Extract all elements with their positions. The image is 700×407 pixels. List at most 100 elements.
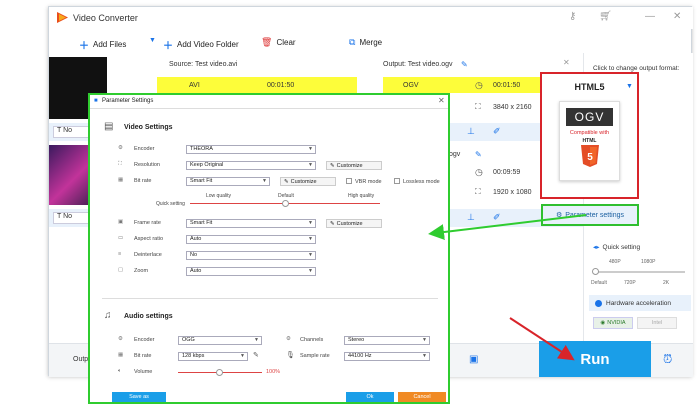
sample-rate-select[interactable]: 44100 Hz ▼ [344, 352, 430, 361]
run-button[interactable]: Run [539, 341, 651, 377]
cart-icon[interactable]: 🛒︎ [599, 11, 612, 22]
zoom-label: Zoom [134, 268, 149, 274]
hw-accel-label: Hardware acceleration [606, 299, 672, 307]
quality-slider-thumb[interactable] [282, 200, 289, 207]
framerate-customize-button[interactable]: ✎ Customize [326, 219, 382, 228]
dialog-close-icon[interactable]: ✕ [438, 96, 445, 105]
quick-label-2k: 2K [663, 280, 670, 286]
minimize-icon[interactable]: — [645, 11, 655, 22]
bitrate-customize-button[interactable]: ✎ Customize [280, 177, 336, 186]
resolution-icon-2: ⛶ [475, 187, 481, 196]
add-video-folder-button[interactable]: ＋ Add Video Folder [163, 37, 239, 52]
zoom-select[interactable]: Auto ▼ [186, 267, 316, 276]
video-settings-heading: Video Settings [124, 124, 173, 131]
intel-toggle[interactable]: Intel [637, 317, 677, 329]
channels-select[interactable]: Stereo ▼ [344, 336, 430, 345]
compat-text: Compatible with [569, 130, 610, 136]
merge-icon: ⧉ [349, 37, 356, 47]
volume-label: Volume [134, 369, 153, 375]
aspect-ratio-label: Aspect ratio [134, 236, 164, 242]
chevron-down-icon: ▼ [308, 220, 313, 226]
app-title: Video Converter [73, 13, 138, 23]
bitrate-icon: ▦ [118, 177, 124, 183]
volume-slider-thumb[interactable] [216, 369, 223, 376]
ok-button[interactable]: Ok [346, 392, 394, 402]
file2-out-resolution: 1920 x 1080 [493, 189, 532, 196]
audio-encoder-value: OGG [182, 337, 195, 343]
vbr-mode-checkbox[interactable] [346, 178, 352, 184]
pencil-icon: ✎ [284, 178, 289, 185]
subtitle-t-icon: T [57, 127, 62, 134]
edit-pencil-icon-2[interactable]: ✎ [475, 150, 482, 159]
alarm-clock-icon[interactable]: ⏰︎ [663, 352, 672, 367]
resolution-value: Keep Original [190, 162, 224, 168]
save-as-button[interactable]: Save as [112, 392, 166, 402]
nvidia-icon: ◉ [600, 320, 606, 326]
audio-bitrate-edit-icon[interactable]: ✎ [253, 351, 259, 359]
framerate-icon: ▣ [118, 219, 124, 225]
subtitle-select-2[interactable]: T No [53, 212, 89, 224]
remove-file-icon[interactable]: ✕ [563, 58, 570, 67]
file1-out-duration: 00:01:50 [493, 82, 521, 89]
clear-button[interactable]: 🗑︎ Clear [261, 37, 296, 48]
add-files-button[interactable]: ＋ Add Files [79, 37, 126, 52]
close-icon[interactable]: ✕ [673, 11, 681, 22]
slider-icon: ◂▸ [593, 244, 600, 251]
sample-rate-label: Sample rate [300, 353, 330, 359]
ogv-format-tile[interactable]: OGV Compatible with HTML 5 [559, 101, 620, 181]
key-icon[interactable]: ⚷ [569, 11, 576, 22]
customize-label: Customize [290, 178, 317, 185]
cancel-button[interactable]: Cancel [398, 392, 446, 402]
audio-settings-heading: Audio settings [124, 313, 173, 320]
resolution-icon: ⛶ [475, 102, 481, 111]
html-text: HTML [582, 138, 597, 144]
subtitle-select[interactable]: T No [53, 126, 89, 138]
quick-setting-label: Quick setting [602, 243, 641, 251]
audio-bitrate-select[interactable]: 128 kbps ▼ [178, 352, 248, 361]
bitrate-label: Bit rate [134, 178, 152, 184]
crop-icon[interactable]: ⊥ [467, 126, 475, 137]
open-folder-icon[interactable]: ▣ [469, 354, 478, 365]
edit-icon[interactable]: ✐ [493, 126, 501, 137]
audio-encoder-label: Encoder [134, 337, 155, 343]
merge-button[interactable]: ⧉ Merge [349, 37, 382, 48]
edit-icon-2[interactable]: ✐ [493, 212, 501, 223]
title-bar: Video Converter ⚷ 🛒︎ — ✕ [49, 7, 693, 29]
subtitle-select-value-2: No [63, 213, 73, 220]
chevron-down-icon: ▼ [308, 236, 313, 242]
parameter-settings-icon: ⚙ [555, 212, 563, 219]
parameter-settings-button[interactable]: ⚙ Parameter settings [541, 204, 639, 226]
add-files-label: Add Files [93, 40, 127, 49]
nvidia-toggle[interactable]: ◉ NVIDIA [593, 317, 633, 329]
bitrate-select[interactable]: Smart Fit ▼ [186, 177, 270, 186]
video-settings-icon: ▤ [104, 121, 114, 132]
lossless-mode-label: Lossless mode [403, 179, 440, 185]
quick-setting-thumb[interactable] [592, 268, 599, 275]
output-format-selector[interactable]: HTML5 ▼ OGV Compatible with HTML 5 [540, 72, 639, 199]
resolution-icon: ⛶ [118, 161, 122, 167]
chevron-down-icon: ▼ [240, 353, 245, 359]
deinterlace-select[interactable]: No ▼ [186, 251, 316, 260]
audio-bitrate-label: Bit rate [134, 353, 152, 359]
default-quality-label: Default [278, 193, 294, 199]
crop-icon-2[interactable]: ⊥ [467, 212, 475, 223]
clock-icon: ◷ [475, 80, 483, 90]
ok-label: Ok [366, 394, 374, 400]
file1-out-format: OGV [403, 82, 419, 89]
resolution-select[interactable]: Keep Original ▼ [186, 161, 316, 170]
format-hint: Click to change output format: [593, 65, 680, 72]
volume-value: 100% [266, 369, 281, 375]
aspect-ratio-select[interactable]: Auto ▼ [186, 235, 316, 244]
format-group-label: HTML5 [574, 82, 605, 92]
zoom-icon: ▢ [118, 267, 124, 273]
audio-encoder-select[interactable]: OGG ▼ [178, 336, 262, 345]
add-dropdown-button[interactable]: ▼ [149, 37, 156, 44]
framerate-select[interactable]: Smart Fit ▼ [186, 219, 316, 228]
edit-pencil-icon[interactable]: ✎ [461, 60, 468, 69]
chevron-down-icon: ▼ [149, 37, 156, 44]
resolution-customize-button[interactable]: ✎ Customize [326, 161, 382, 170]
quick-setting-slider[interactable] [593, 271, 685, 273]
video-encoder-select[interactable]: THEORA ▼ [186, 145, 316, 154]
volume-icon: 🔈︎ [118, 368, 122, 374]
lossless-mode-checkbox[interactable] [394, 178, 400, 184]
